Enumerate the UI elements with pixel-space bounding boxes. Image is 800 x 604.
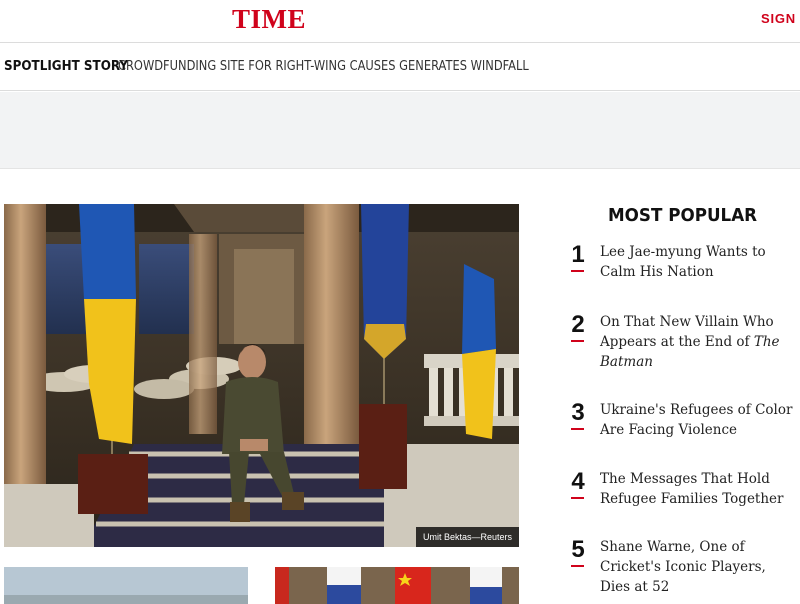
spotlight-bar: SPOTLIGHT STORY CROWDFUNDING SITE FOR RI… xyxy=(0,44,800,91)
rank-underline xyxy=(571,340,584,342)
rank-number: 5 xyxy=(571,536,585,563)
site-header: TIME SIGN I xyxy=(0,0,800,43)
most-popular-link[interactable]: Shane Warne, One of Cricket's Iconic Pla… xyxy=(600,537,795,597)
spotlight-headline-link[interactable]: CROWDFUNDING SITE FOR RIGHT-WING CAUSES … xyxy=(118,59,529,74)
most-popular-heading: MOST POPULAR xyxy=(608,205,758,226)
rank-number: 1 xyxy=(571,241,585,268)
headline-text: On That New Villain Who Appears at the E… xyxy=(600,314,774,350)
rank-underline xyxy=(571,565,584,567)
rank-underline xyxy=(571,428,584,430)
most-popular-link[interactable]: Ukraine's Refugees of Color Are Facing V… xyxy=(600,400,795,440)
photo-credit: Umit Bektas—Reuters xyxy=(415,527,519,547)
hero-illustration xyxy=(4,204,519,547)
thumbnail-sky-image xyxy=(4,567,248,604)
rank-number: 2 xyxy=(571,311,585,338)
most-popular-link[interactable]: The Messages That Hold Refugee Families … xyxy=(600,469,795,509)
sign-in-link[interactable]: SIGN I xyxy=(761,11,800,26)
time-logo[interactable]: TIME xyxy=(232,4,306,35)
rank-number: 3 xyxy=(571,399,585,426)
story-thumbnail-2[interactable] xyxy=(275,567,519,604)
rank-number: 4 xyxy=(571,468,585,495)
story-thumbnail-1[interactable] xyxy=(4,567,248,604)
spotlight-label: SPOTLIGHT STORY xyxy=(4,59,129,74)
rank-underline xyxy=(571,270,584,272)
rank-underline xyxy=(571,497,584,499)
most-popular-link[interactable]: On That New Villain Who Appears at the E… xyxy=(600,312,795,372)
hero-photo[interactable]: Umit Bektas—Reuters xyxy=(4,204,519,547)
most-popular-link[interactable]: Lee Jae-myung Wants to Calm His Nation xyxy=(600,242,795,282)
thumbnail-flags-image xyxy=(275,567,519,604)
ad-banner-placeholder xyxy=(0,92,800,169)
